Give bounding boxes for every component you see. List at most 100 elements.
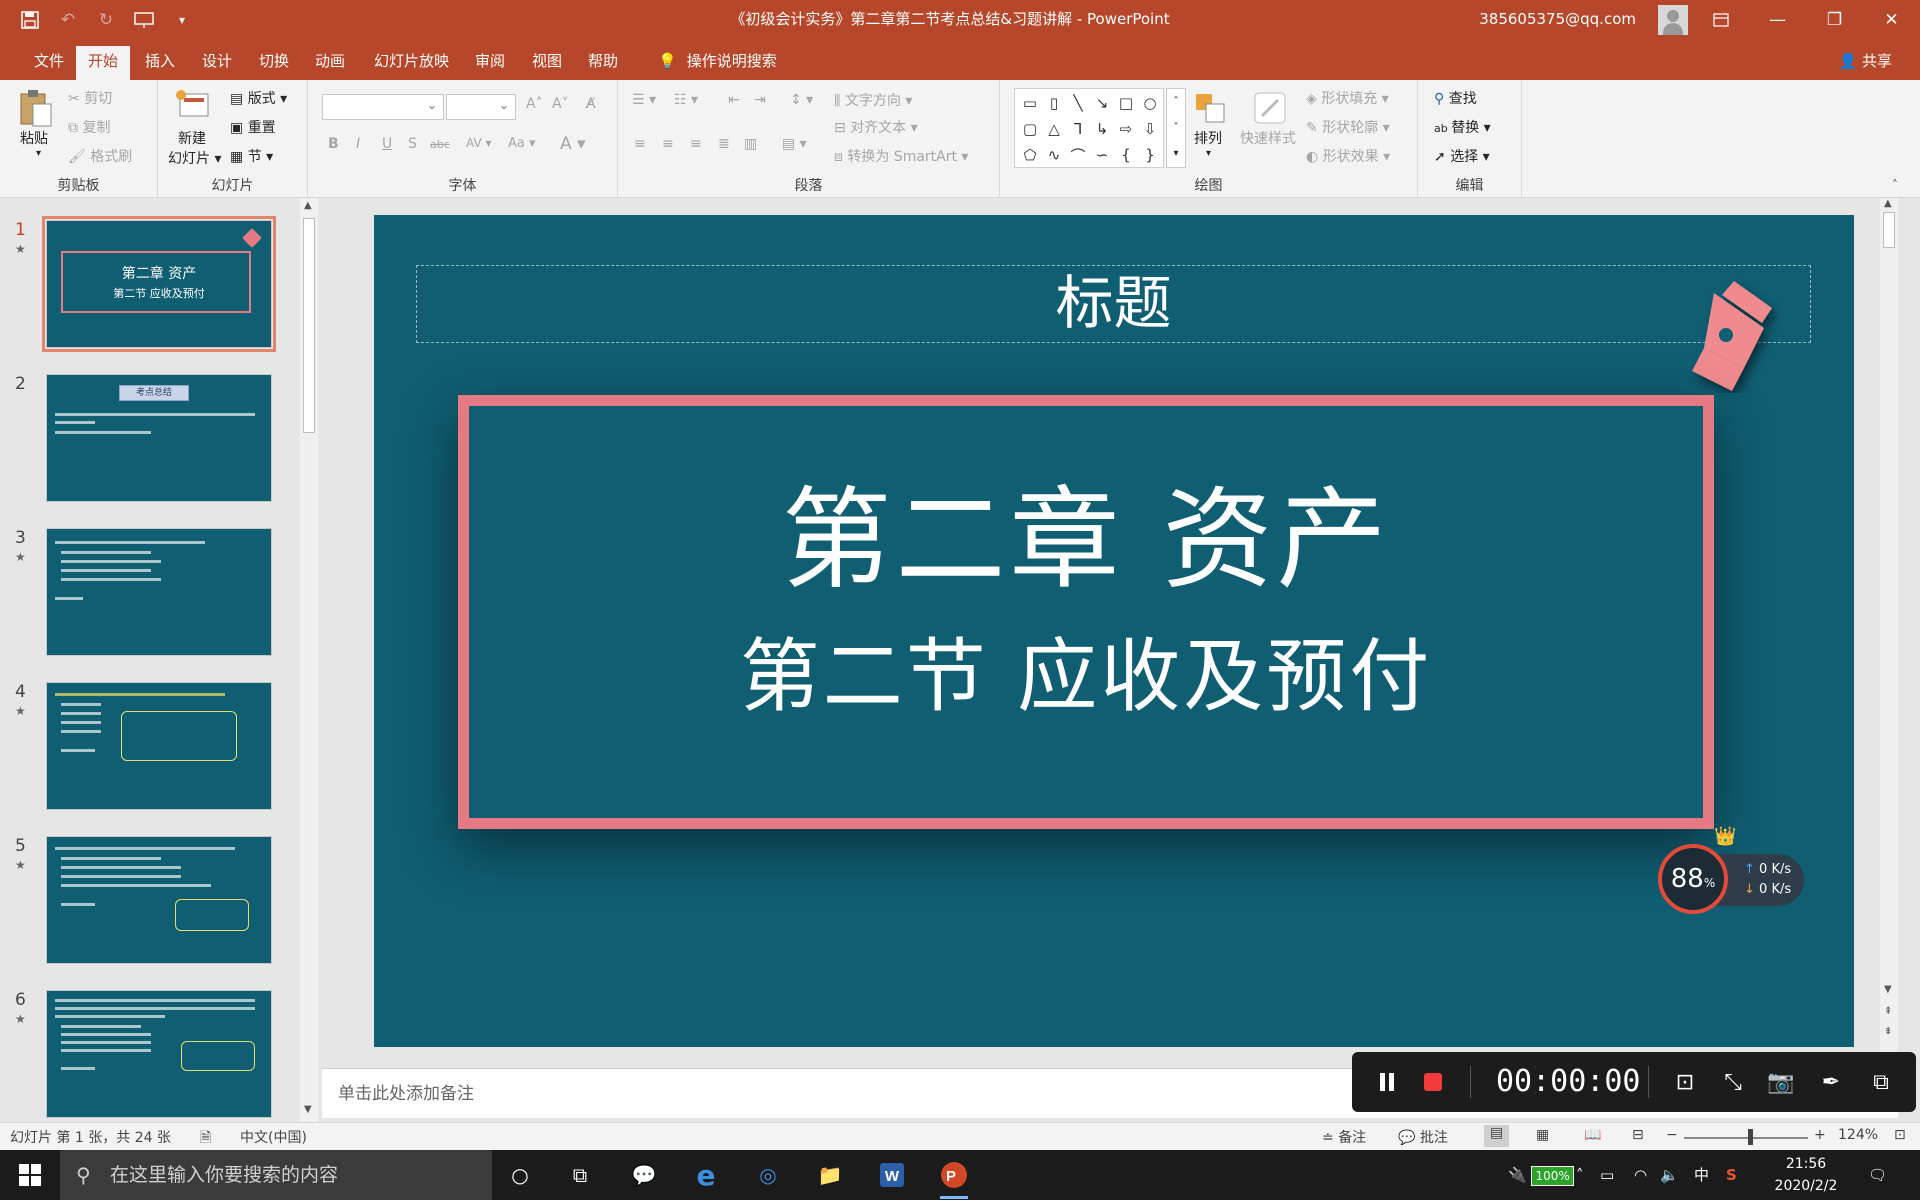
thumbnail-row[interactable]: 1 ★ 第二章 资产 第二节 应收及预付 — [0, 216, 300, 352]
save-icon[interactable] — [18, 8, 42, 32]
line-shape-icon[interactable]: ╲ — [1066, 90, 1090, 116]
align-center-icon[interactable]: ≡ — [662, 136, 674, 152]
shapes-scroll[interactable]: ˄ ˅ ▾ — [1166, 88, 1186, 168]
decrease-indent-icon[interactable]: ⇤ — [728, 92, 740, 108]
slideshow-view-icon[interactable]: ⊟ — [1632, 1127, 1644, 1143]
align-text-button[interactable]: ⊟ 对齐文本 ▾ — [834, 117, 918, 137]
justify-icon[interactable]: ≣ — [718, 136, 730, 152]
reset-button[interactable]: ▣ 重置 — [230, 117, 276, 137]
rounded-rect-shape-icon[interactable]: ▢ — [1018, 116, 1042, 142]
task-view-icon[interactable]: ⧉ — [560, 1157, 600, 1193]
system-clock[interactable]: 21:56 2020/2/2 — [1774, 1153, 1838, 1197]
line-spacing-icon[interactable]: ↕ ▾ — [790, 92, 813, 108]
thumbnail-row[interactable]: 6 ★ — [0, 990, 300, 1120]
zoom-slider-thumb[interactable] — [1748, 1129, 1753, 1145]
tab-slideshow[interactable]: 幻灯片放映 — [362, 46, 461, 80]
tab-home[interactable]: 开始 — [76, 46, 131, 80]
paste-button[interactable]: 粘贴 — [20, 128, 48, 148]
share-button[interactable]: 👤 共享 — [1839, 46, 1892, 76]
thumbnail-slide-6[interactable] — [46, 990, 272, 1118]
new-slide-label-1[interactable]: 新建 — [178, 128, 206, 148]
wifi-icon[interactable]: ◠ — [1634, 1150, 1647, 1200]
copy-button[interactable]: ⧉ 复制 — [68, 117, 110, 137]
close-icon[interactable]: ✕ — [1863, 0, 1920, 40]
fit-to-window-icon[interactable]: ⊡ — [1894, 1127, 1906, 1143]
scroll-up-icon[interactable]: ▲ — [1884, 198, 1892, 209]
shrink-icon[interactable]: ⤡ — [1718, 1066, 1748, 1098]
thumbnail-row[interactable]: 4 ★ — [0, 682, 300, 812]
ime-indicator[interactable]: 中 — [1694, 1150, 1709, 1200]
notes-toggle[interactable]: ≐ 备注 — [1322, 1127, 1366, 1147]
avatar[interactable] — [1658, 5, 1688, 35]
font-name-select[interactable]: ⌄ — [322, 94, 444, 120]
font-color-icon[interactable]: A ▾ — [560, 134, 586, 154]
reading-view-icon[interactable]: 📖 — [1584, 1127, 1601, 1143]
left-brace-shape-icon[interactable]: { — [1114, 142, 1138, 168]
network-speed-widget[interactable]: ↑ 0 K/s ↓ 0 K/s 88% 👑 — [1656, 826, 1808, 916]
taskbar-search-box[interactable]: ⚲ 在这里输入你要搜索的内容 — [60, 1150, 492, 1200]
text-direction-button[interactable]: ⫼ 文字方向 ▾ — [834, 90, 912, 110]
next-slide-icon[interactable]: ⇟ — [1884, 1026, 1892, 1037]
zoom-out-icon[interactable]: − — [1666, 1127, 1678, 1143]
shapes-gallery[interactable]: ▭ ▯ ╲ ↘ □ ○ ▢ △ ⅂ ↳ ⇨ ⇩ ⬠ ∿ ⌒ ∽ { } — [1014, 88, 1164, 168]
quick-styles-icon[interactable] — [1252, 90, 1288, 126]
textbox-shape-icon[interactable]: ▭ — [1018, 90, 1042, 116]
arrow-line-shape-icon[interactable]: ↘ — [1090, 90, 1114, 116]
ribbon-display-options-icon[interactable] — [1692, 0, 1749, 40]
camera-icon[interactable]: 📷 — [1766, 1066, 1796, 1098]
bullets-icon[interactable]: ☰ ▾ — [632, 92, 656, 108]
thumbnail-row[interactable]: 3 ★ — [0, 528, 300, 658]
cut-button[interactable]: ✂ 剪切 — [68, 88, 112, 108]
arrange-dropdown-icon[interactable]: ▾ — [1206, 148, 1211, 159]
volume-icon[interactable]: 🔈 — [1660, 1150, 1679, 1200]
zoom-level[interactable]: 124% — [1838, 1127, 1878, 1143]
tell-me-search[interactable]: 💡 操作说明搜索 — [646, 46, 789, 80]
smartart-button[interactable]: ⧈ 转换为 SmartArt ▾ — [834, 146, 968, 166]
change-case-icon[interactable]: Aa ▾ — [508, 136, 536, 151]
recorder-app-icon[interactable]: ◎ — [748, 1157, 788, 1193]
language-indicator[interactable]: 中文(中国) — [240, 1127, 307, 1147]
arrange-button[interactable]: 排列 — [1194, 128, 1222, 148]
powerpoint-icon[interactable]: P — [934, 1157, 974, 1193]
title-placeholder[interactable]: 标题 — [416, 265, 1811, 343]
tab-animations[interactable]: 动画 — [303, 46, 357, 80]
distributed-icon[interactable]: ▥ — [744, 136, 757, 152]
action-center-icon[interactable]: 🗨 — [1868, 1150, 1887, 1200]
new-slide-button[interactable]: 幻灯片 ▾ — [168, 148, 221, 168]
tab-file[interactable]: 文件 — [22, 46, 76, 80]
paste-icon[interactable] — [18, 88, 54, 127]
arrange-icon[interactable] — [1192, 90, 1228, 126]
chapter-title[interactable]: 第二章 资产 — [469, 482, 1703, 598]
current-slide[interactable]: 标题 第二章 资产 第二节 应收及预付 — [374, 215, 1854, 1047]
increase-indent-icon[interactable]: ⇥ — [754, 92, 766, 108]
elbow-connector-icon[interactable]: ⅂ — [1066, 116, 1090, 142]
arc-shape-icon[interactable]: ⌒ — [1066, 142, 1090, 168]
tab-insert[interactable]: 插入 — [133, 46, 187, 80]
cortana-icon[interactable]: ○ — [500, 1157, 540, 1193]
numbering-icon[interactable]: ☷ ▾ — [674, 92, 698, 108]
thumbnail-slide-3[interactable] — [46, 528, 272, 656]
stop-record-icon[interactable] — [1418, 1066, 1448, 1098]
shape-fill-button[interactable]: ◈ 形状填充 ▾ — [1306, 88, 1389, 108]
thumbnail-slide-2[interactable]: 考点总结 — [46, 374, 272, 502]
collapse-ribbon-icon[interactable]: ˄ — [1892, 178, 1898, 192]
elbow-arrow-icon[interactable]: ↳ — [1090, 116, 1114, 142]
shadow-icon[interactable]: S — [408, 136, 417, 152]
font-size-select[interactable]: ⌄ — [446, 94, 516, 120]
zoom-slider[interactable] — [1684, 1137, 1808, 1139]
normal-view-icon[interactable]: ▤ — [1484, 1125, 1510, 1147]
show-hidden-icons[interactable]: ˄ — [1576, 1150, 1584, 1200]
thumbnail-row[interactable]: 2 考点总结 — [0, 374, 300, 504]
select-button[interactable]: ➚ 选择 ▾ — [1434, 146, 1490, 166]
decrease-font-icon[interactable]: A˅ — [552, 96, 569, 112]
battery-indicator[interactable]: 🔌 100% — [1508, 1150, 1574, 1200]
tab-view[interactable]: 视图 — [520, 46, 574, 80]
wechat-icon[interactable]: 💬 — [624, 1157, 664, 1193]
tab-review[interactable]: 审阅 — [463, 46, 517, 80]
columns-icon[interactable]: ▤ ▾ — [782, 136, 807, 152]
tab-design[interactable]: 设计 — [190, 46, 244, 80]
triangle-shape-icon[interactable]: △ — [1042, 116, 1066, 142]
thumbnail-slide-5[interactable] — [46, 836, 272, 964]
battery-icon[interactable]: ▭ — [1600, 1150, 1614, 1200]
maximize-icon[interactable]: ❐ — [1806, 0, 1863, 40]
